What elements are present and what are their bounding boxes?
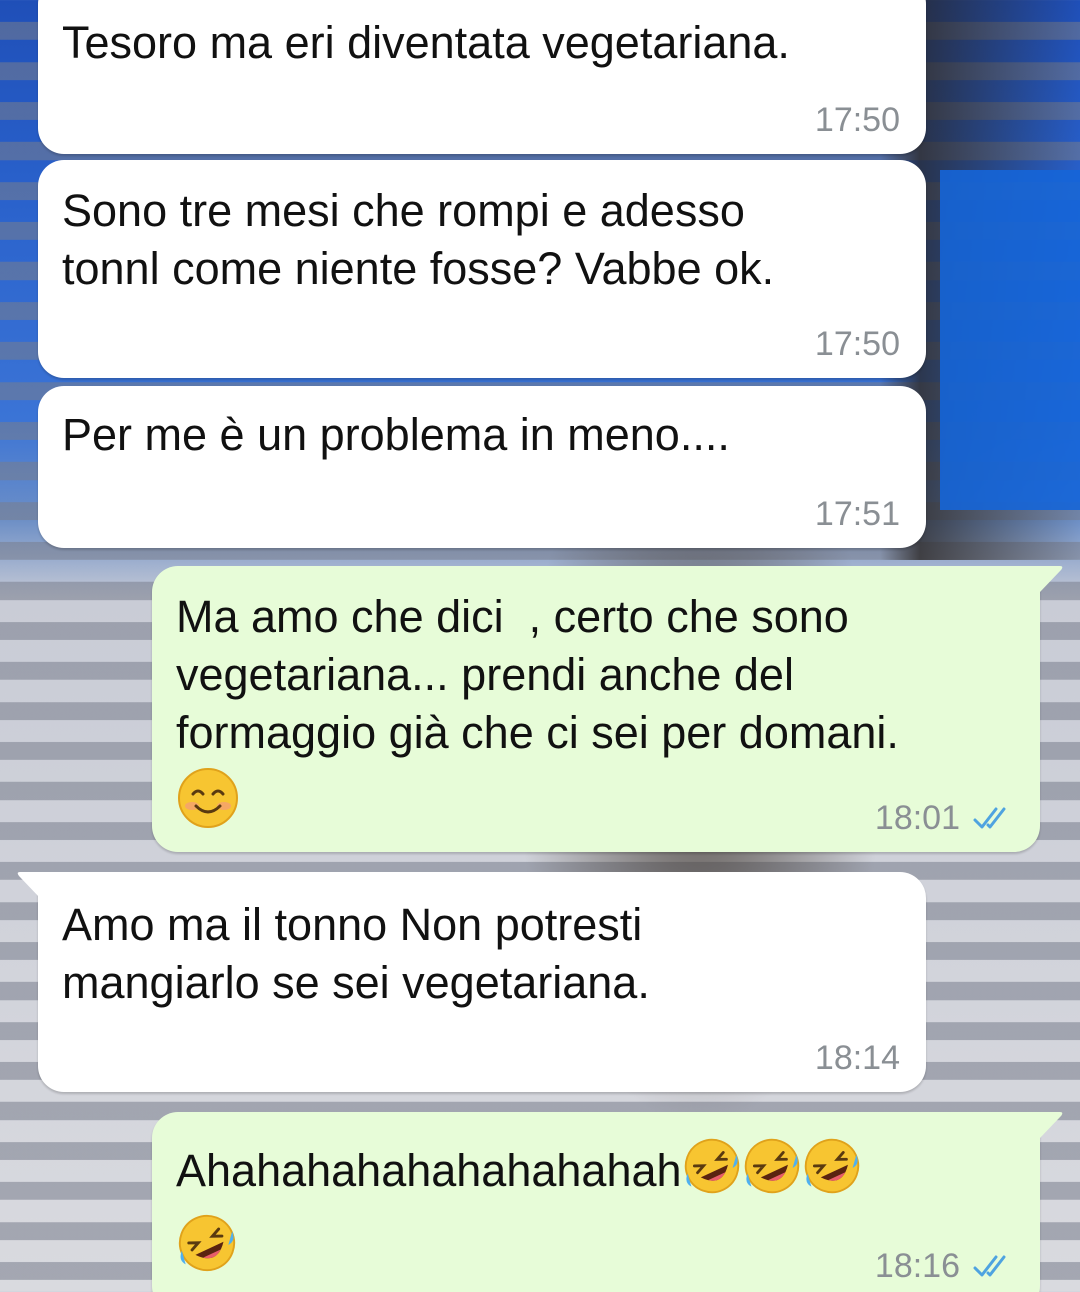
message-meta: 18:01 [875,798,1014,838]
rolling-on-floor-laughing-icon [802,1136,862,1210]
message-text: Ahahahahahahahahahah [176,1138,862,1196]
message-bubble-incoming[interactable]: Per me è un problema in meno.... 17:51 [38,386,926,548]
message-time: 18:14 [814,1039,900,1077]
rolling-on-floor-laughing-icon [742,1136,802,1210]
rolling-on-floor-laughing-icon [176,1212,238,1288]
bubble-tail-outgoing [1030,1112,1063,1138]
read-receipt-icon [973,807,1006,829]
message-bubble-incoming[interactable]: Tesoro ma eri diventata vegetariana. 17:… [38,0,926,154]
message-meta: 17:51 [815,494,900,534]
wallpaper-blue-panel [940,170,1080,510]
message-meta: 18:14 [815,1038,900,1078]
message-time: 18:01 [874,799,960,837]
message-text: Sono tre mesi che rompi e adesso tonnl c… [62,185,775,294]
message-text: Ma amo che dici , certo che sono vegetar… [176,591,899,758]
message-time: 18:16 [874,1247,960,1285]
message-bubble-outgoing[interactable]: Ahahahahahahahahahah 18:16 [152,1112,1040,1292]
message-bubble-incoming[interactable]: Amo ma il tonno Non potresti mangiarlo s… [38,872,926,1092]
message-bubble-outgoing[interactable]: Ma amo che dici , certo che sono vegetar… [152,566,1040,852]
message-time: 17:50 [814,325,900,363]
read-receipt-icon [973,1255,1006,1277]
message-bubble-incoming[interactable]: Sono tre mesi che rompi e adesso tonnl c… [38,160,926,378]
bubble-tail-incoming [17,872,50,898]
message-text: Per me è un problema in meno.... [62,409,730,460]
message-meta: 17:50 [815,324,900,364]
message-meta: 18:16 [875,1246,1014,1286]
message-time: 17:51 [814,495,900,533]
message-time: 17:50 [814,101,900,139]
message-meta: 17:50 [815,100,900,140]
message-text: Amo ma il tonno Non potresti mangiarlo s… [62,899,650,1008]
message-text: Tesoro ma eri diventata vegetariana. [62,17,790,68]
smiling-face-icon [176,766,240,844]
bubble-tail-outgoing [1030,566,1063,592]
rolling-on-floor-laughing-icon [682,1136,742,1210]
